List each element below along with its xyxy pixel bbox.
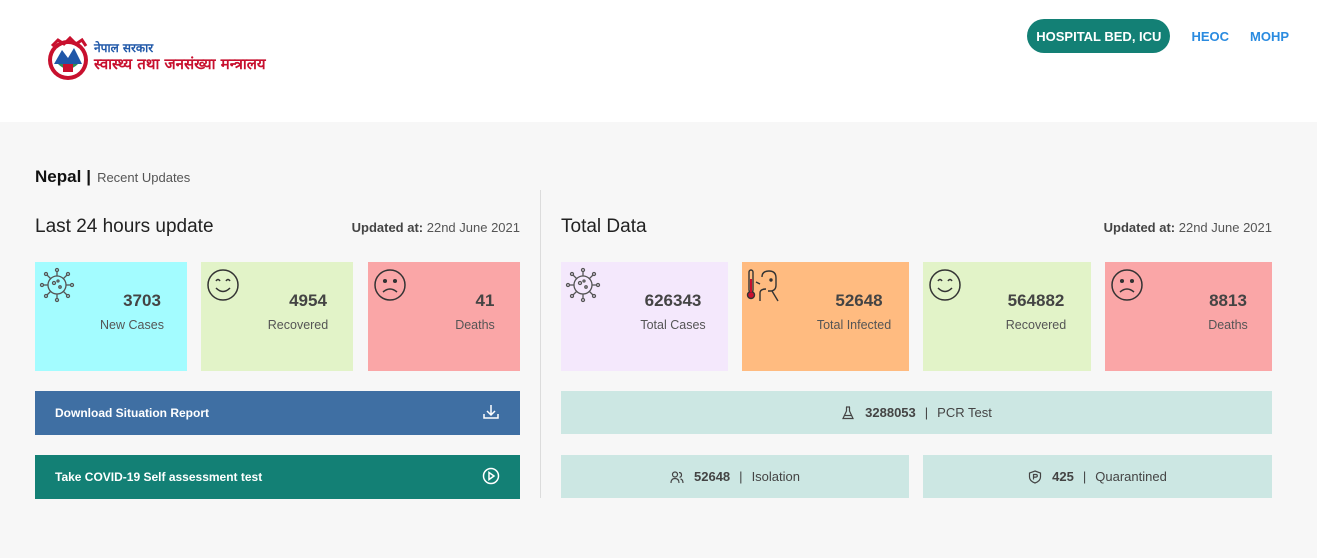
isolation-separator: | [739,469,743,484]
last24-title: Last 24 hours update [35,216,214,237]
pcr-test-bar: 3288053 | PCR Test [561,391,1272,434]
sad-icon [1111,269,1143,301]
total-deaths-label: Deaths [1208,318,1248,332]
download-report-button[interactable]: Download Situation Report [35,391,520,435]
self-assessment-button[interactable]: Take COVID-19 Self assessment test [35,455,520,499]
total-infected-card: 52648 Total Infected [742,262,909,371]
isolation-label: Isolation [751,469,800,484]
breadcrumb-country: Nepal [35,167,82,186]
pcr-test-value: 3288053 [865,405,916,420]
total-cases-card: 626343 Total Cases [561,262,728,371]
sad-icon [374,269,406,301]
total-infected-label: Total Infected [816,318,892,332]
column-divider [540,190,541,498]
virus-icon [39,267,75,303]
last24-updated: Updated at: 22nd June 2021 [352,220,520,235]
top-nav: HOSPITAL BED, ICU HEOC MOHP [1027,19,1289,53]
recovered-24h-label: Recovered [267,318,329,332]
flask-icon [842,405,855,419]
hospital-bed-button[interactable]: HOSPITAL BED, ICU [1027,19,1171,53]
breadcrumb: Nepal | Recent Updates [35,167,190,187]
quarantined-separator: | [1082,469,1087,484]
breadcrumb-subtitle: Recent Updates [97,170,191,185]
isolation-value: 52648 [694,469,731,484]
recovered-24h-card: 4954 Recovered [201,262,353,371]
self-assessment-label: Take COVID-19 Self assessment test [55,470,263,484]
new-cases-card: 3703 New Cases [35,262,187,371]
smile-icon [929,269,961,301]
deaths-24h-label: Deaths [455,318,495,332]
total-cases-label: Total Cases [640,318,706,332]
total-recovered-value: 564882 [1007,291,1065,310]
total-cases-value: 626343 [644,291,702,310]
pcr-test-label: PCR Test [937,405,992,420]
mohp-link[interactable]: MOHP [1250,29,1289,44]
breadcrumb-separator: | [86,167,92,186]
new-cases-value: 3703 [123,291,161,310]
logo-government-text: नेपाल सरकार [94,41,154,55]
last24-updated-value: 22nd June 2021 [426,220,520,235]
total-recovered-card: 564882 Recovered [923,262,1091,371]
total-updated-label: Updated at: [1103,220,1176,235]
total-recovered-label: Recovered [1005,318,1067,332]
download-icon [483,405,499,419]
pcr-test-separator: | [924,405,929,420]
nepal-emblem-icon [48,35,88,80]
total-deaths-card: 8813 Deaths [1105,262,1272,371]
total-title: Total Data [561,216,647,237]
last24-updated-label: Updated at: [351,220,424,235]
fever-icon [746,269,779,302]
download-report-label: Download Situation Report [55,406,209,420]
shield-icon [1029,469,1042,484]
deaths-24h-value: 41 [475,291,495,310]
total-updated: Updated at: 22nd June 2021 [1104,220,1272,235]
new-cases-label: New Cases [100,318,164,332]
deaths-24h-card: 41 Deaths [368,262,520,371]
total-updated-value: 22nd June 2021 [1178,220,1272,235]
play-circle-icon [482,467,500,485]
virus-icon [565,267,601,303]
quarantined-value: 425 [1052,469,1074,484]
recovered-24h-value: 4954 [289,291,327,310]
smile-icon [207,269,239,301]
site-header: नेपाल सरकार स्वास्थ्य तथा जनसंख्या मन्त्… [0,0,1317,122]
main-content: Nepal | Recent Updates Last 24 hours upd… [0,122,1317,558]
logo-ministry-text: स्वास्थ्य तथा जनसंख्या मन्त्रालय [94,55,266,73]
quarantined-bar: 425 | Quarantined [923,455,1272,498]
total-infected-value: 52648 [835,291,883,310]
total-deaths-value: 8813 [1209,291,1247,310]
users-icon [670,470,684,483]
quarantined-label: Quarantined [1095,469,1167,484]
heoc-link[interactable]: HEOC [1191,29,1229,44]
isolation-bar: 52648 | Isolation [561,455,909,498]
ministry-logo[interactable]: नेपाल सरकार स्वास्थ्य तथा जनसंख्या मन्त्… [44,34,266,84]
